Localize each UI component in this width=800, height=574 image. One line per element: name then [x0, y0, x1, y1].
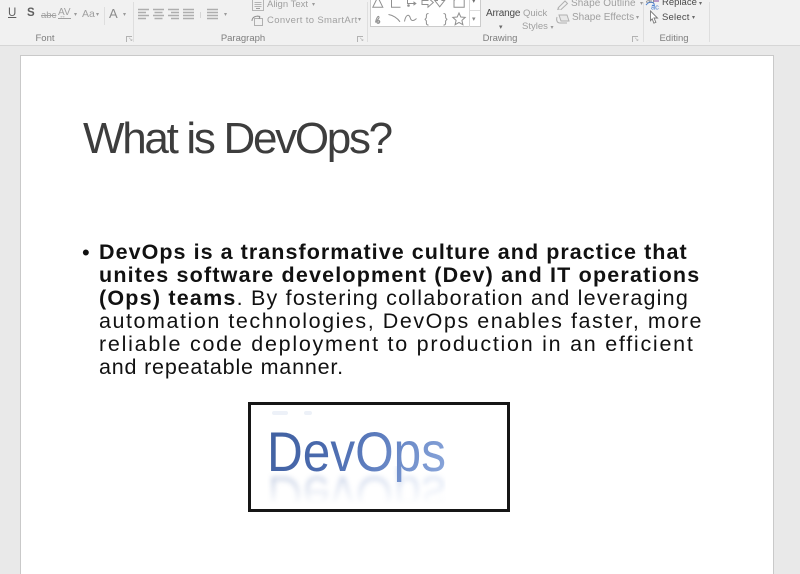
svg-text:ac: ac [651, 3, 659, 11]
